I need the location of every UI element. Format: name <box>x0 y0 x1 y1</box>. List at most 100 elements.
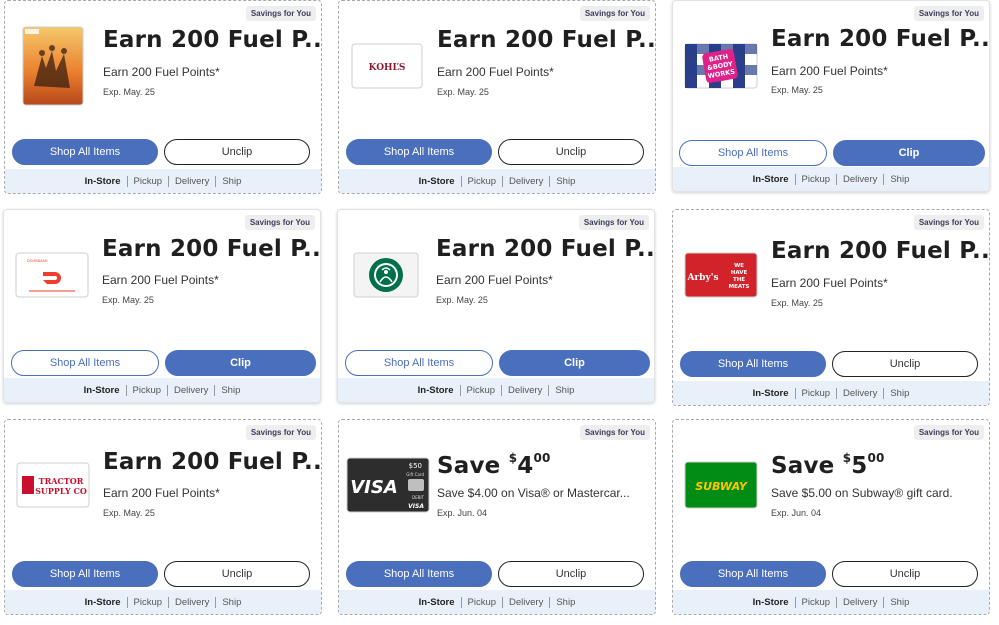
logo-text: HAVE <box>731 270 748 276</box>
coupon-card[interactable]: Savings for You KOHĽS Earn 200 Fuel P...… <box>338 0 656 194</box>
shop-all-items-button[interactable]: Shop All Items <box>680 561 826 587</box>
offer-description: Save $4.00 on Visa® or Mastercar... <box>437 486 630 500</box>
offer-description: Save $5.00 on Subway® gift card. <box>771 486 953 500</box>
fulfillment-delivery: Delivery <box>501 384 548 396</box>
kohls-gift-card-icon: KOHĽS <box>349 26 425 106</box>
savings-badge: Savings for You <box>913 425 984 440</box>
savings-badge: Savings for You <box>913 6 984 21</box>
fulfillment-in-store: In-Store <box>83 384 120 396</box>
logo-text: VISA <box>350 477 398 498</box>
shop-all-items-button[interactable]: Shop All Items <box>346 561 492 587</box>
offer-description: Earn 200 Fuel Points* <box>771 64 888 78</box>
offer-title: Earn 200 Fuel P... <box>771 238 990 264</box>
fulfillment-ship: Ship <box>549 175 581 187</box>
savings-badge: Savings for You <box>579 6 650 21</box>
offer-title-dollar: $ <box>842 451 852 465</box>
offer-description: Earn 200 Fuel Points* <box>102 273 219 287</box>
logo-text: Arby's <box>686 273 718 283</box>
coupon-card[interactable]: Savings for You Earn 200 Fuel P... Earn … <box>4 0 322 194</box>
fulfillment-in-store: In-Store <box>752 173 789 185</box>
bath-body-works-gift-card-icon: BATH &BODY WORKS <box>683 26 759 106</box>
fulfillment-in-store: In-Store <box>417 384 454 396</box>
subway-gift-card-icon: SUBWAY <box>683 445 759 525</box>
fulfillment-bar: In-Store Pickup Delivery Ship <box>339 169 655 193</box>
fulfillment-ship: Ship <box>883 387 915 399</box>
fulfillment-pickup: Pickup <box>794 173 837 185</box>
fulfillment-bar: In-Store Pickup Delivery Ship <box>5 169 321 193</box>
shop-all-items-button[interactable]: Shop All Items <box>11 350 159 376</box>
fulfillment-in-store: In-Store <box>752 596 789 608</box>
fulfillment-ship: Ship <box>214 384 246 396</box>
logo-text: SUBWAY <box>695 480 748 493</box>
coupon-card[interactable]: Savings for You SUBWAY Save $500 Save $5… <box>672 419 990 615</box>
offer-title: Earn 200 Fuel P... <box>771 26 990 52</box>
offer-expiration: Exp. May. 25 <box>103 87 155 97</box>
arbys-gift-card-icon: Arby's WE HAVE THE MEATS <box>683 235 759 315</box>
offer-description: Earn 200 Fuel Points* <box>436 273 553 287</box>
fulfillment-bar: In-Store Pickup Delivery Ship <box>339 590 655 614</box>
logo-text: TRACTOR <box>39 476 84 486</box>
clip-button[interactable]: Clip <box>833 140 985 166</box>
shop-all-items-button[interactable]: Shop All Items <box>346 139 492 165</box>
fulfillment-delivery: Delivery <box>502 175 549 187</box>
savings-badge: Savings for You <box>245 425 316 440</box>
offer-title-dollar: $ <box>508 451 518 465</box>
shop-all-items-button[interactable]: Shop All Items <box>12 139 158 165</box>
fulfillment-pickup: Pickup <box>460 175 503 187</box>
shop-all-items-button[interactable]: Shop All Items <box>679 140 827 166</box>
unclip-button[interactable]: Unclip <box>164 561 310 587</box>
savings-badge: Savings for You <box>579 425 650 440</box>
shop-all-items-button[interactable]: Shop All Items <box>12 561 158 587</box>
coupon-card[interactable]: Savings for You DOORDASH Earn 200 Fuel P… <box>3 209 321 403</box>
coupon-card[interactable]: Savings for You Earn 200 Fuel P... Earn … <box>337 209 655 403</box>
fulfillment-pickup: Pickup <box>794 596 837 608</box>
coupon-card[interactable]: Savings for You BATH &BODY WORKS Earn 20… <box>672 0 990 192</box>
offer-title: Earn 200 Fuel P... <box>437 27 656 53</box>
offer-title: Earn 200 Fuel P... <box>102 236 321 262</box>
fulfillment-delivery: Delivery <box>168 596 215 608</box>
logo-text: KOHĽS <box>369 63 406 73</box>
unclip-button[interactable]: Unclip <box>498 139 644 165</box>
coupon-card[interactable]: Savings for You VISA $50 Gift Card DEBIT… <box>338 419 656 615</box>
offer-expiration: Exp. May. 25 <box>771 298 823 308</box>
fulfillment-ship: Ship <box>215 596 247 608</box>
offer-title: Earn 200 Fuel P... <box>103 27 322 53</box>
fulfillment-in-store: In-Store <box>418 175 455 187</box>
offer-title-cents: 00 <box>533 451 551 465</box>
offer-title-cents: 00 <box>867 451 885 465</box>
unclip-button[interactable]: Unclip <box>832 561 978 587</box>
shop-all-items-button[interactable]: Shop All Items <box>680 351 826 377</box>
unclip-button[interactable]: Unclip <box>832 351 978 377</box>
fulfillment-pickup: Pickup <box>794 387 837 399</box>
unclip-button[interactable]: Unclip <box>498 561 644 587</box>
visa-adventure-gift-card-icon <box>15 26 91 106</box>
fulfillment-bar: In-Store Pickup Delivery Ship <box>4 378 320 402</box>
offer-title: Earn 200 Fuel P... <box>103 449 322 475</box>
tractor-supply-gift-card-icon: TRACTOR SUPPLY CO <box>15 445 91 525</box>
fulfillment-in-store: In-Store <box>84 596 121 608</box>
savings-badge: Savings for You <box>913 215 984 230</box>
fulfillment-bar: In-Store Pickup Delivery Ship <box>673 167 989 191</box>
clip-button[interactable]: Clip <box>165 350 316 376</box>
logo-text: VISA <box>408 503 424 510</box>
fulfillment-pickup: Pickup <box>459 384 502 396</box>
offer-title-amount: 5 <box>851 453 868 479</box>
coupon-card[interactable]: Savings for You TRACTOR SUPPLY CO Earn 2… <box>4 419 322 615</box>
unclip-button[interactable]: Unclip <box>164 139 310 165</box>
fulfillment-delivery: Delivery <box>167 384 214 396</box>
fulfillment-ship: Ship <box>548 384 580 396</box>
logo-text: SUPPLY CO <box>35 486 87 496</box>
offer-expiration: Exp. May. 25 <box>103 508 155 518</box>
fulfillment-pickup: Pickup <box>125 384 168 396</box>
fulfillment-ship: Ship <box>549 596 581 608</box>
offer-title-amount: 4 <box>517 453 534 479</box>
coupon-card[interactable]: Savings for You Arby's WE HAVE THE MEATS… <box>672 209 990 406</box>
offer-title: Save $400 <box>437 451 551 479</box>
offer-expiration: Exp. May. 25 <box>437 87 489 97</box>
clip-button[interactable]: Clip <box>499 350 650 376</box>
shop-all-items-button[interactable]: Shop All Items <box>345 350 493 376</box>
offer-expiration: Exp. May. 25 <box>771 85 823 95</box>
offer-description: Earn 200 Fuel Points* <box>437 65 554 79</box>
fulfillment-pickup: Pickup <box>126 175 169 187</box>
fulfillment-delivery: Delivery <box>502 596 549 608</box>
